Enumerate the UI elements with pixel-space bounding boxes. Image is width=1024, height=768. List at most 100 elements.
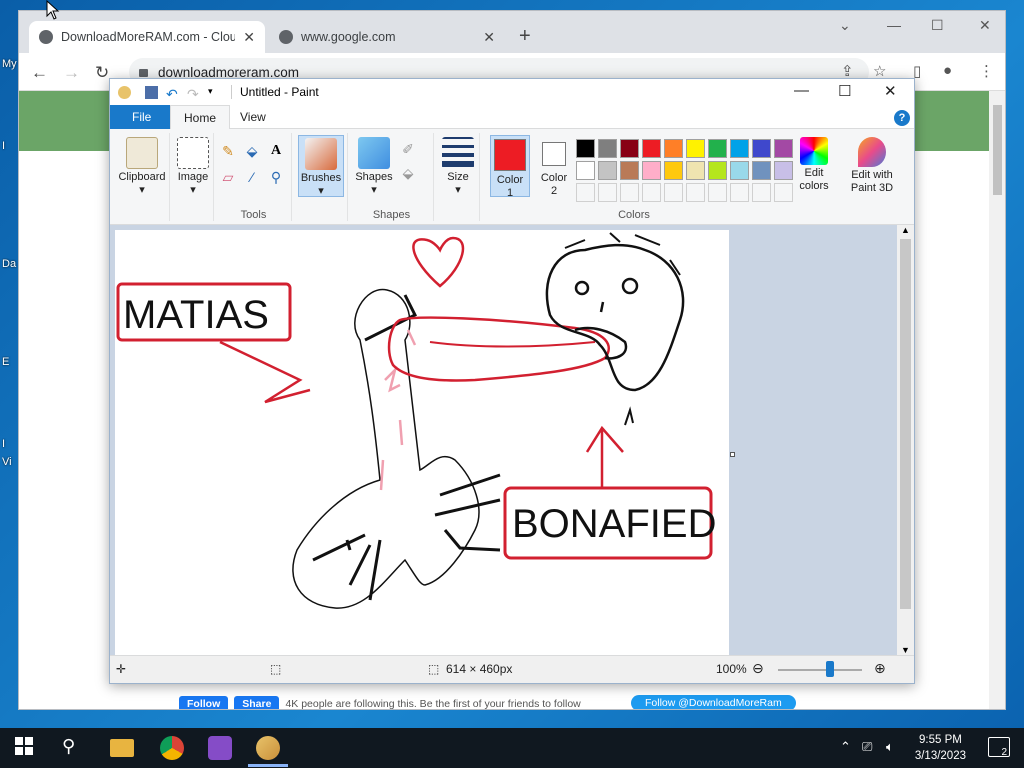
close-tab-icon[interactable]: ✕ — [475, 29, 495, 46]
palette-swatch[interactable] — [752, 161, 771, 180]
desktop-icon-label[interactable]: I — [2, 140, 18, 152]
palette-swatch[interactable] — [598, 139, 617, 158]
shapes-button[interactable]: Shapes ▾ — [352, 137, 396, 197]
palette-swatch[interactable] — [730, 161, 749, 180]
page-scrollbar[interactable] — [989, 91, 1005, 709]
palette-swatch[interactable] — [642, 139, 661, 158]
palette-swatch[interactable] — [774, 183, 793, 202]
palette-swatch[interactable] — [686, 183, 705, 202]
drawing-canvas[interactable]: MATIAS BONAFIED — [115, 230, 729, 657]
canvas-scrollbar[interactable]: ▲ ▼ — [897, 225, 914, 657]
palette-swatch[interactable] — [598, 161, 617, 180]
scroll-down-icon[interactable]: ▼ — [901, 645, 910, 655]
edit-colors-button[interactable]: Edit colors — [792, 137, 836, 193]
zoom-in-icon[interactable]: ⊕ — [874, 660, 886, 677]
search-icon[interactable]: ⚲ — [62, 736, 86, 760]
tab-file[interactable]: File — [110, 105, 174, 129]
palette-swatch[interactable] — [576, 139, 595, 158]
tab-search-icon[interactable]: ⌄ — [839, 17, 851, 34]
color2-button[interactable]: Color 2 — [534, 135, 574, 197]
desktop-icon-label[interactable]: Da — [2, 258, 18, 270]
tab-downloadmoreram[interactable]: DownloadMoreRAM.com - Cloud ✕ — [29, 21, 265, 53]
maximize-icon[interactable]: ☐ — [931, 17, 944, 34]
palette-swatch[interactable] — [620, 183, 639, 202]
help-icon[interactable]: ? — [894, 110, 910, 126]
palette-swatch[interactable] — [730, 139, 749, 158]
windows-start-icon[interactable] — [14, 736, 38, 760]
notification-button[interactable]: 2 — [988, 737, 1010, 758]
zoom-slider[interactable] — [778, 669, 862, 671]
palette-swatch[interactable] — [752, 183, 771, 202]
close-icon[interactable]: ✕ — [884, 82, 897, 100]
palette-swatch[interactable] — [708, 161, 727, 180]
desktop-icon-label[interactable]: E — [2, 356, 18, 368]
desktop-icon-label[interactable]: Vi — [2, 456, 18, 468]
palette-swatch[interactable] — [708, 183, 727, 202]
quick-access-dropdown-icon[interactable]: ▾ — [208, 86, 221, 99]
reload-icon[interactable]: ↻ — [95, 63, 109, 83]
clipboard-button[interactable]: Clipboard ▾ — [116, 137, 168, 197]
resize-handle[interactable] — [730, 452, 735, 457]
palette-swatch[interactable] — [752, 139, 771, 158]
palette-swatch[interactable] — [708, 139, 727, 158]
tab-view[interactable]: View — [227, 105, 279, 129]
palette-swatch[interactable] — [664, 139, 683, 158]
paint-icon[interactable] — [256, 736, 280, 760]
maximize-icon[interactable]: ☐ — [838, 82, 851, 100]
zoom-slider-thumb[interactable] — [826, 661, 835, 677]
palette-swatch[interactable] — [686, 139, 705, 158]
back-icon[interactable]: ← — [31, 63, 48, 83]
desktop-icon-label[interactable]: I — [2, 438, 18, 450]
pencil-icon[interactable]: ✎ — [220, 143, 236, 159]
magnifier-icon[interactable]: ⚲ — [268, 169, 284, 185]
file-explorer-icon[interactable] — [110, 739, 134, 757]
palette-swatch[interactable] — [642, 161, 661, 180]
brushes-button[interactable]: Brushes ▾ — [298, 135, 344, 197]
fb-share-button[interactable]: Share — [234, 696, 280, 709]
palette-swatch[interactable] — [774, 161, 793, 180]
volume-icon[interactable]: 🔈︎ — [886, 739, 894, 755]
palette-swatch[interactable] — [730, 183, 749, 202]
minimize-icon[interactable]: — — [794, 82, 809, 99]
profile-icon[interactable]: ● — [943, 62, 952, 79]
zoom-out-icon[interactable]: ⊖ — [752, 660, 764, 677]
chrome-icon[interactable] — [160, 736, 184, 760]
palette-swatch[interactable] — [664, 183, 683, 202]
eraser-icon[interactable]: ▱ — [220, 169, 236, 185]
scroll-thumb[interactable] — [900, 239, 911, 609]
scroll-thumb[interactable] — [993, 105, 1002, 195]
network-icon[interactable]: ⎚ — [862, 739, 872, 755]
undo-icon[interactable]: ↶ — [166, 86, 179, 102]
close-window-icon[interactable]: ✕ — [979, 17, 991, 34]
close-tab-icon[interactable]: ✕ — [235, 29, 255, 46]
forward-icon[interactable]: → — [63, 63, 80, 83]
image-button[interactable]: Image ▾ — [174, 137, 212, 197]
palette-swatch[interactable] — [774, 139, 793, 158]
fill-shape-icon[interactable]: ⬙ — [400, 165, 416, 181]
twitter-follow-button[interactable]: Follow @DownloadMoreRam — [631, 695, 796, 709]
clock[interactable]: 9:55 PM 3/13/2023 — [915, 732, 966, 764]
palette-swatch[interactable] — [576, 183, 595, 202]
tab-google[interactable]: www.google.com ✕ — [269, 21, 505, 53]
palette-swatch[interactable] — [620, 161, 639, 180]
minimize-icon[interactable]: — — [887, 17, 901, 33]
palette-swatch[interactable] — [686, 161, 705, 180]
palette-swatch[interactable] — [576, 161, 595, 180]
save-icon[interactable] — [145, 85, 158, 99]
edit-paint3d-button[interactable]: Edit with Paint 3D — [844, 137, 900, 195]
tray-chevron-icon[interactable]: ⌃ — [840, 739, 851, 755]
tab-home[interactable]: Home — [170, 105, 231, 129]
size-button[interactable]: Size ▾ — [438, 137, 478, 197]
color1-button[interactable]: Color 1 — [490, 135, 530, 199]
fb-follow-button[interactable]: Follow — [179, 696, 229, 709]
scroll-up-icon[interactable]: ▲ — [901, 225, 910, 235]
visual-studio-icon[interactable] — [208, 736, 232, 760]
color-picker-icon[interactable]: ⁄ — [244, 169, 260, 185]
text-icon[interactable]: A — [268, 143, 284, 159]
menu-icon[interactable]: ⋮ — [979, 62, 994, 80]
new-tab-button[interactable]: + — [519, 25, 531, 48]
palette-swatch[interactable] — [664, 161, 683, 180]
palette-swatch[interactable] — [620, 139, 639, 158]
desktop-icon-label[interactable]: My — [2, 58, 18, 70]
outline-icon[interactable]: ✐ — [400, 141, 416, 157]
